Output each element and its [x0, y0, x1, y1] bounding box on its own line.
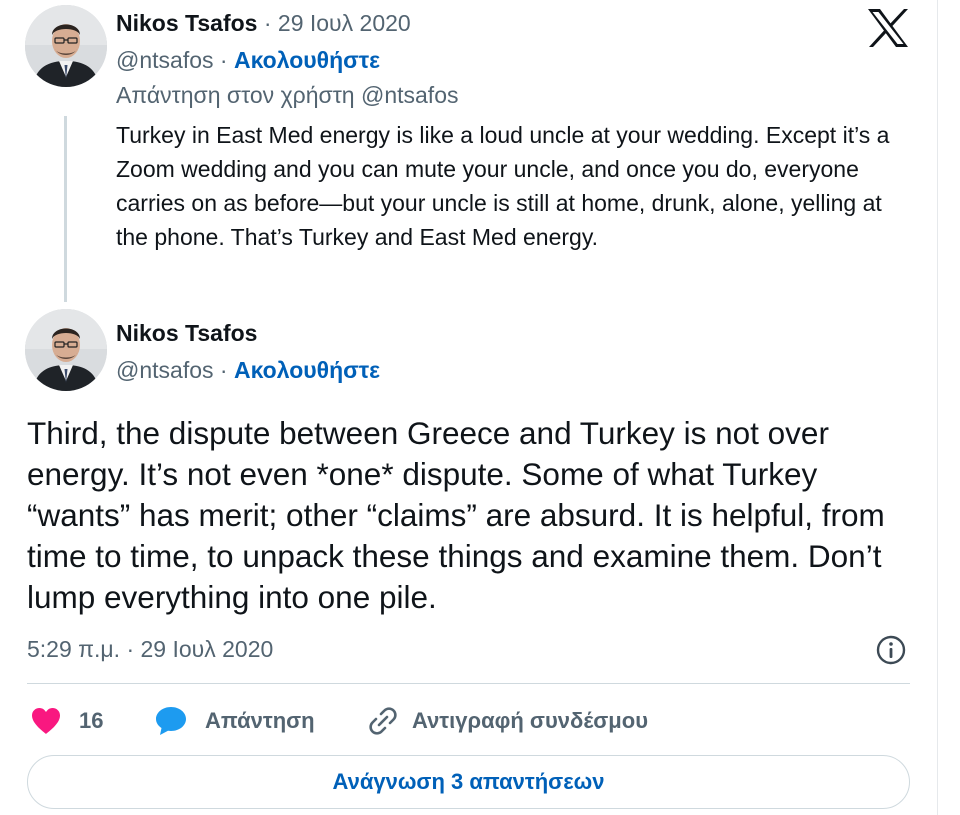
author-row: Nikos Tsafos: [116, 319, 257, 347]
info-icon[interactable]: [875, 634, 907, 666]
author-avatar[interactable]: [25, 309, 107, 391]
replying-to-label: Απάντηση στον χρήστη @ntsafos: [116, 81, 459, 109]
reply-bubble-icon: [156, 707, 186, 735]
parent-handle-dot: ·: [219, 47, 228, 73]
tweet-timestamp[interactable]: 5:29 π.μ. · 29 Ιουλ 2020: [27, 634, 273, 664]
replying-to-handle[interactable]: @ntsafos: [361, 82, 459, 108]
link-icon: [369, 707, 397, 735]
parent-separator: ·: [263, 10, 272, 36]
x-logo-icon[interactable]: [866, 8, 910, 48]
author-handle-row: @ntsafos · Ακολουθήστε: [116, 356, 380, 384]
reply-label: Απάντηση: [205, 708, 315, 733]
follow-button[interactable]: Ακολουθήστε: [234, 357, 380, 383]
parent-tweet-text: Turkey in East Med energy is like a loud…: [116, 122, 890, 250]
copy-link-label: Αντιγραφή συνδέσμου: [412, 708, 649, 733]
thread-connector-line: [64, 116, 67, 302]
author-handle[interactable]: @ntsafos: [116, 357, 214, 383]
parent-tweet-date[interactable]: 29 Ιουλ 2020: [278, 10, 411, 36]
parent-author-avatar[interactable]: [25, 5, 107, 87]
heart-icon: [32, 708, 60, 734]
read-replies-button[interactable]: Ανάγνωση 3 απαντήσεων: [27, 755, 910, 809]
actions-divider: [27, 683, 910, 684]
parent-author-row: Nikos Tsafos · 29 Ιουλ 2020: [116, 9, 411, 37]
author-handle-dot: ·: [219, 357, 228, 383]
tweet-text: Third, the dispute between Greece and Tu…: [27, 415, 885, 615]
copy-link-button[interactable]: Αντιγραφή συνδέσμου: [368, 704, 648, 738]
parent-author-handle[interactable]: @ntsafos: [116, 47, 214, 73]
replying-to-prefix: Απάντηση στον χρήστη: [116, 82, 355, 108]
page-right-border: [937, 0, 938, 815]
reply-button[interactable]: Απάντηση: [155, 704, 315, 738]
parent-author-name[interactable]: Nikos Tsafos: [116, 10, 257, 36]
like-button[interactable]: 16: [31, 704, 103, 738]
parent-handle-row: @ntsafos · Ακολουθήστε: [116, 46, 380, 74]
like-count: 16: [79, 708, 104, 733]
parent-follow-button[interactable]: Ακολουθήστε: [234, 47, 380, 73]
author-name[interactable]: Nikos Tsafos: [116, 320, 257, 346]
